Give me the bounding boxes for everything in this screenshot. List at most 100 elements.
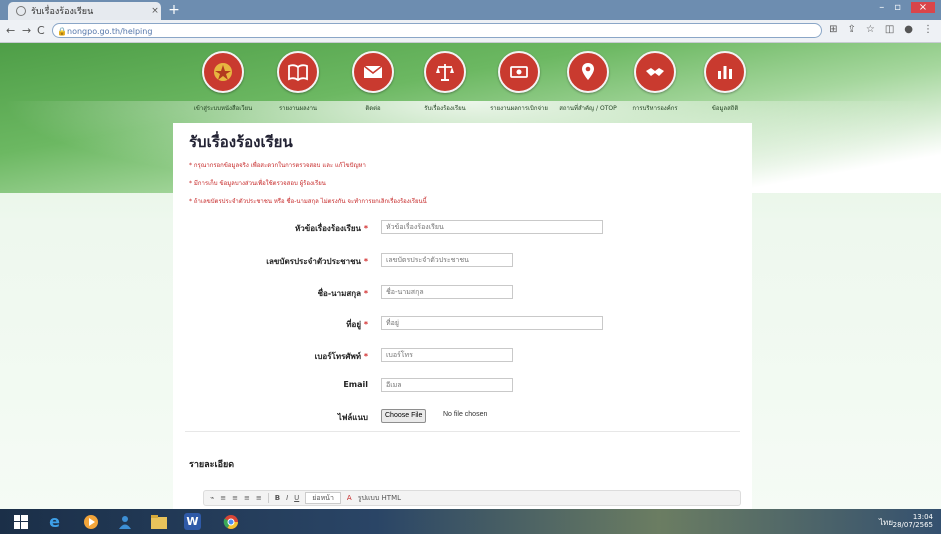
windows-start-icon[interactable]	[12, 513, 29, 530]
sidebar-icon[interactable]: ◫	[885, 24, 894, 35]
menu-item-management[interactable]: การบริหารองค์กร	[620, 51, 690, 113]
align-center-icon[interactable]: ≡	[232, 494, 238, 502]
web-page: เข้าสู่ระบบหนังสือเวียน รายงานผลงาน ติดต…	[0, 43, 941, 509]
format-select[interactable]: ย่อหน้า	[305, 492, 341, 504]
media-player-icon[interactable]	[82, 513, 99, 530]
details-heading: รายละเอียด	[189, 460, 235, 470]
internet-explorer-icon[interactable]: e	[46, 512, 63, 531]
profile-icon[interactable]: ●	[904, 24, 913, 35]
email-label: Email	[343, 380, 368, 389]
reload-icon[interactable]: C	[37, 24, 45, 37]
browser-menu-icon[interactable]: ⋮	[923, 24, 933, 35]
justify-icon[interactable]: ≡	[256, 494, 262, 502]
menu-label: การบริหารองค์กร	[632, 105, 678, 112]
window-controls: – ▫ ×	[879, 2, 935, 13]
link-icon[interactable]: ⌁	[210, 494, 214, 502]
menu-item-report[interactable]: รายงานผลงาน	[263, 51, 333, 113]
minimize-button[interactable]: –	[879, 2, 884, 13]
italic-button[interactable]: I	[286, 494, 288, 502]
url-input[interactable]: 🔒 nongpo.go.th/helping	[52, 23, 822, 38]
name-input[interactable]	[381, 285, 513, 299]
idcard-label: เลขบัตรประจำตัวประชาชน *	[266, 257, 368, 266]
note-line: * มีการเก็บ ข้อมูลบางส่วนเพื่อใช้ตรวจสอบ…	[189, 180, 326, 187]
underline-button[interactable]: U	[294, 494, 299, 502]
choose-file-button[interactable]: Choose File	[381, 409, 427, 423]
section-divider	[185, 431, 740, 432]
clock-date: 28/07/2565	[892, 521, 933, 529]
people-icon[interactable]	[116, 513, 133, 530]
system-clock[interactable]: 13:04 28/07/2565	[893, 513, 933, 529]
menu-item-statistics[interactable]: ข้อมูลสถิติ	[690, 51, 760, 113]
maximize-button[interactable]: ▫	[894, 2, 901, 13]
subject-label: หัวข้อเรื่องร้องเรียน *	[295, 224, 368, 233]
page-title: รับเรื่องร้องเรียน	[189, 133, 293, 151]
bold-button[interactable]: B	[275, 494, 280, 502]
font-color-button[interactable]: A	[347, 494, 352, 502]
phone-input[interactable]	[381, 348, 513, 362]
word-icon[interactable]: W	[184, 513, 201, 530]
note-line: * ถ้าเลขบัตรประจำตัวประชาชน หรือ ชื่อ-นา…	[189, 198, 427, 205]
window-close-button[interactable]: ×	[911, 2, 935, 13]
emblem-icon	[202, 51, 244, 93]
tab-title: รับเรื่องร้องเรียน	[31, 7, 94, 17]
menu-item-places[interactable]: สถานที่สำคัญ / OTOP	[553, 51, 623, 113]
name-row: ชื่อ-นามสกุล *	[173, 285, 752, 301]
idcard-row: เลขบัตรประจำตัวประชาชน *	[173, 253, 752, 269]
new-tab-button[interactable]: +	[167, 3, 181, 17]
email-input[interactable]	[381, 378, 513, 392]
menu-label: สถานที่สำคัญ / OTOP	[559, 105, 617, 112]
address-label: ที่อยู่ *	[346, 320, 368, 329]
menu-item-contact[interactable]: ติดต่อ	[338, 51, 408, 113]
complaint-form-panel: รับเรื่องร้องเรียน * กรุณากรอกข้อมูลจริง…	[173, 123, 752, 509]
email-row: Email	[173, 378, 752, 394]
menu-label: เข้าสู่ระบบหนังสือเวียน	[193, 105, 253, 112]
idcard-input[interactable]	[381, 253, 513, 267]
back-arrow-icon[interactable]: ←	[6, 24, 15, 37]
page-favicon-icon	[16, 6, 26, 16]
bookmark-star-icon[interactable]: ☆	[866, 24, 875, 35]
input-language[interactable]: ไทย	[879, 516, 893, 529]
note-line: * กรุณากรอกข้อมูลจริง เพื่อสะดวกในการตรว…	[189, 162, 366, 169]
browser-tab-bar: รับเรื่องร้องเรียน × + – ▫ ×	[0, 0, 941, 20]
align-right-icon[interactable]: ≡	[244, 494, 250, 502]
menu-label: รายงานผลการเบิกจ่าย	[490, 105, 548, 112]
menu-item-expense[interactable]: รายงานผลการเบิกจ่าย	[484, 51, 554, 113]
rich-text-toolbar: ⌁ ≡ ≡ ≡ ≡ B I U ย่อหน้า A รูปแบบ HTML	[203, 490, 741, 506]
menu-label: รับเรื่องร้องเรียน	[424, 105, 466, 112]
browser-tab[interactable]: รับเรื่องร้องเรียน ×	[8, 2, 161, 20]
money-icon	[498, 51, 540, 93]
translate-icon[interactable]: ⊞	[829, 24, 837, 35]
bar-chart-icon	[704, 51, 746, 93]
clock-time: 13:04	[912, 513, 933, 521]
phone-label: เบอร์โทรศัพท์ *	[314, 352, 368, 361]
name-label: ชื่อ-นามสกุล *	[317, 289, 368, 298]
subject-row: หัวข้อเรื่องร้องเรียน *	[173, 220, 752, 236]
attachment-row: ไฟล์แนบ Choose File No file chosen	[173, 409, 752, 425]
windows-taskbar: e W ไทย 13:04 28/07/2565	[0, 509, 941, 534]
main-menu: เข้าสู่ระบบหนังสือเวียน รายงานผลงาน ติดต…	[188, 51, 768, 121]
menu-label: ข้อมูลสถิติ	[711, 105, 739, 112]
handshake-icon	[634, 51, 676, 93]
address-input[interactable]	[381, 316, 603, 330]
tab-close-icon[interactable]: ×	[149, 6, 161, 16]
address-bar: ← → C 🔒 nongpo.go.th/helping ⊞ ⇪ ☆ ◫ ● ⋮	[0, 20, 941, 43]
location-pin-icon	[567, 51, 609, 93]
menu-item-circular[interactable]: เข้าสู่ระบบหนังสือเวียน	[188, 51, 258, 113]
html-mode-button[interactable]: รูปแบบ HTML	[358, 493, 401, 504]
subject-input[interactable]	[381, 220, 603, 234]
chrome-icon[interactable]	[222, 513, 239, 530]
menu-label: ติดต่อ	[365, 105, 381, 112]
share-icon[interactable]: ⇪	[847, 24, 855, 35]
file-explorer-icon[interactable]	[150, 513, 167, 530]
forward-arrow-icon[interactable]: →	[22, 24, 31, 37]
attachment-label: ไฟล์แนบ	[337, 413, 368, 422]
align-left-icon[interactable]: ≡	[220, 494, 226, 502]
form-notes: * กรุณากรอกข้อมูลจริง เพื่อสะดวกในการตรว…	[189, 157, 427, 211]
menu-label: รายงานผลงาน	[278, 105, 318, 112]
toolbar-separator	[267, 493, 269, 503]
menu-item-complaint[interactable]: รับเรื่องร้องเรียน	[410, 51, 480, 113]
browser-tools: ⊞ ⇪ ☆ ◫ ● ⋮	[829, 24, 933, 35]
file-status: No file chosen	[443, 411, 488, 418]
phone-row: เบอร์โทรศัพท์ *	[173, 348, 752, 364]
scales-icon	[424, 51, 466, 93]
